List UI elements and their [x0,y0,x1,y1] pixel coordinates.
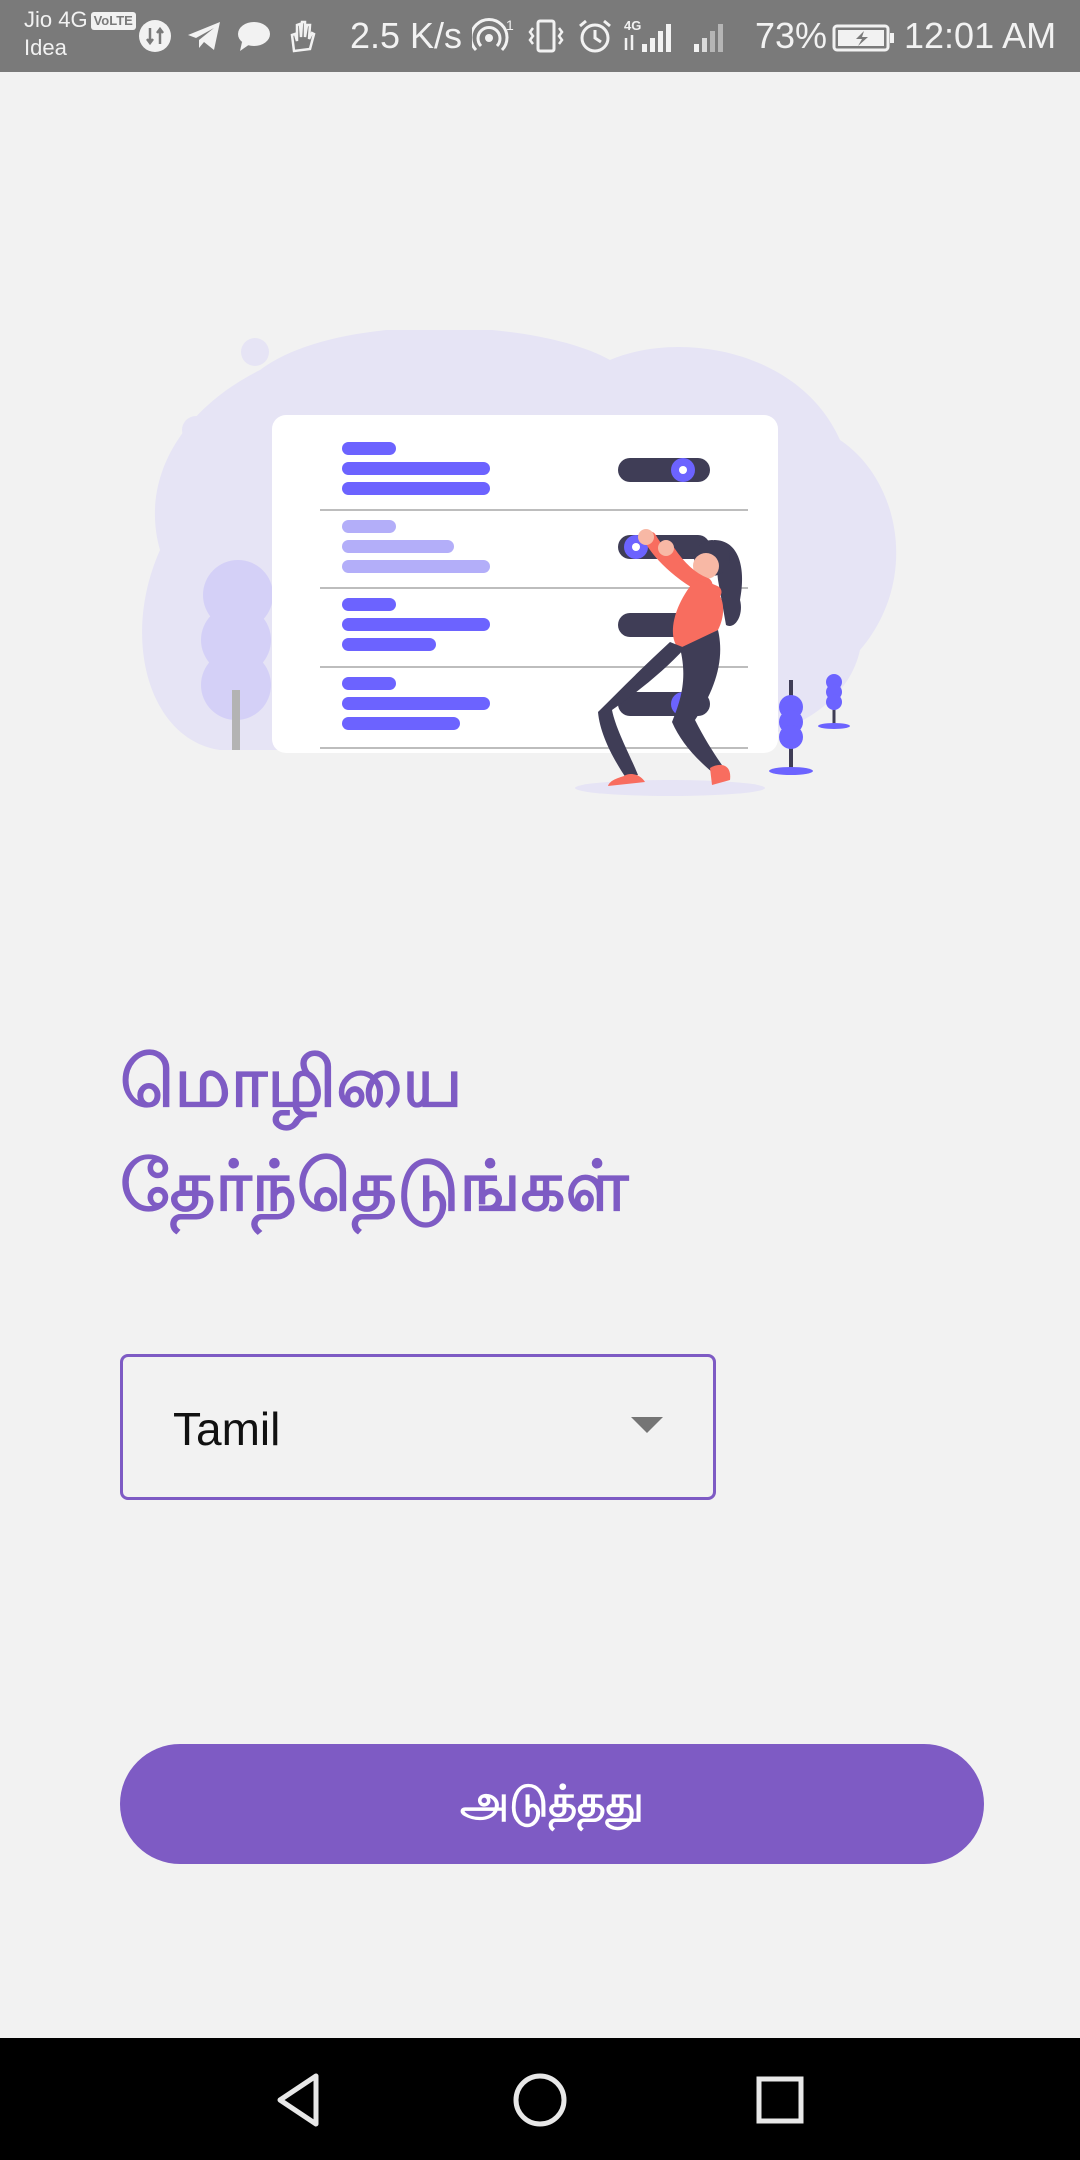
svg-text:1: 1 [506,18,514,33]
battery-percent: 73% [755,15,828,56]
next-button[interactable]: அடுத்தது [120,1744,984,1864]
svg-text:4G: 4G [624,18,641,33]
caret-down-icon [631,1417,663,1433]
page-title: மொழியை தேர்ந்தெடுங்கள் [120,1041,629,1227]
bubble [227,382,273,428]
hotspot-icon: 1 [472,18,514,52]
status-bar: Jio 4G VoLTE Idea 2.5 K/s 1 4G 73% 12:01 … [0,0,1080,72]
person-adjusting-toggles-illustration [142,330,897,796]
chat-icon [238,22,270,51]
next-button-label: அடுத்தது [460,1775,644,1827]
language-dropdown[interactable]: Tamil [120,1354,716,1500]
navigation-bar [0,2038,1080,2160]
carrier-name-primary: Jio 4G [24,7,88,32]
alarm-icon [579,19,611,53]
bubble [182,416,210,444]
carrier-info: Jio 4G VoLTE Idea [24,6,136,62]
battery-charging-icon [832,24,894,52]
recents-icon[interactable] [748,2068,812,2132]
hand-icon [290,20,316,53]
vibrate-icon [528,19,564,53]
back-icon[interactable] [268,2068,332,2132]
bubble [241,338,269,366]
selected-language: Tamil [173,1403,281,1455]
network-speed: 2.5 K/s [350,15,463,56]
volte-badge: VoLTE [90,12,136,30]
carrier-name-secondary: Idea [24,35,67,60]
telegram-icon [188,22,220,50]
signal-icon [694,24,723,52]
signal-4g-icon: 4G [624,18,671,52]
data-transfer-icon [139,20,171,52]
clock: 12:01 AM [904,15,1057,56]
home-icon[interactable] [508,2068,572,2132]
